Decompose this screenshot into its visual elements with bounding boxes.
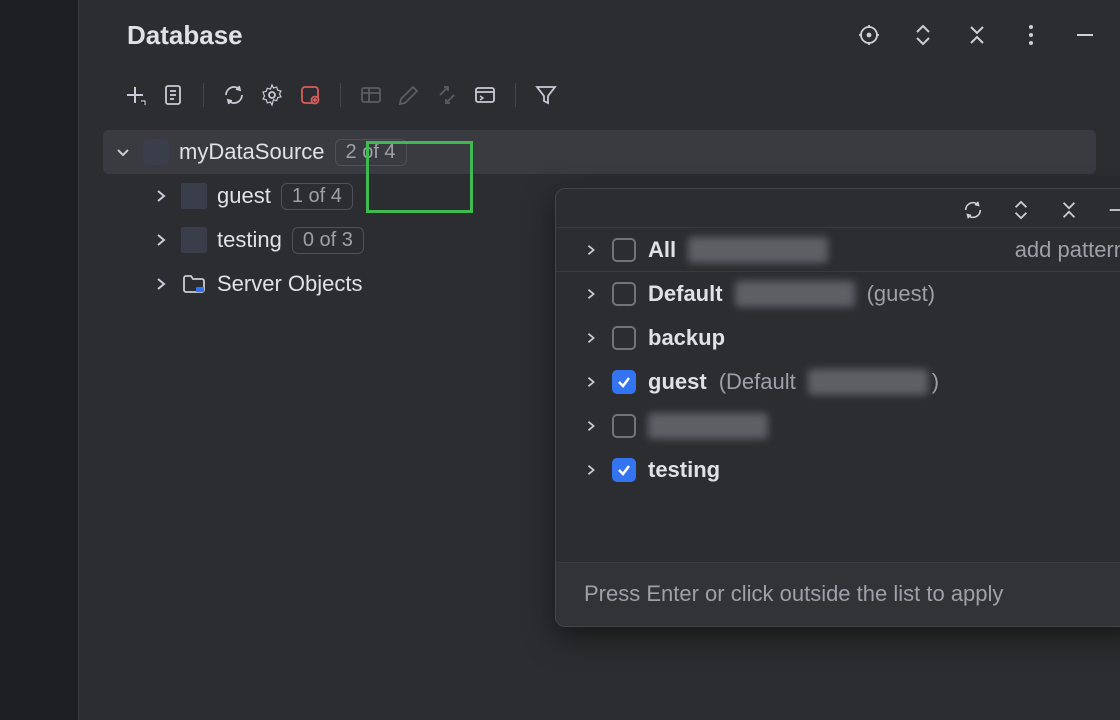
settings-icon[interactable] — [254, 77, 290, 113]
more-options-icon[interactable] — [1018, 22, 1044, 48]
schema-selector-popup: All add pattern Default (guest) backup — [555, 188, 1120, 627]
chevron-down-icon[interactable] — [113, 142, 133, 162]
titlebar-actions — [856, 22, 1098, 48]
tree-item-label: guest — [217, 183, 271, 209]
chevron-right-icon[interactable] — [151, 186, 171, 206]
popup-item-sub-prefix: (Default — [719, 369, 796, 395]
popup-list-spacer — [556, 492, 1120, 562]
redacted-text — [688, 237, 828, 263]
chevron-right-icon[interactable] — [582, 373, 600, 391]
checkbox[interactable] — [612, 326, 636, 350]
database-toolbar — [79, 70, 1120, 120]
checkbox[interactable] — [612, 414, 636, 438]
panel-titlebar: Database — [79, 0, 1120, 70]
tree-item-badge[interactable]: 1 of 4 — [281, 183, 353, 210]
tree-item-badge[interactable]: 0 of 3 — [292, 227, 364, 254]
refresh-icon[interactable] — [962, 199, 984, 221]
schema-icon — [181, 227, 207, 253]
collapse-all-icon[interactable] — [1058, 199, 1080, 221]
popup-item-label: guest — [648, 369, 707, 395]
popup-item-sub-suffix: ) — [932, 369, 939, 395]
refresh-icon[interactable] — [216, 77, 252, 113]
filter-icon[interactable] — [528, 77, 564, 113]
checkbox-checked[interactable] — [612, 370, 636, 394]
database-tool-panel: Database — [79, 0, 1120, 720]
popup-item-label: All — [648, 237, 676, 263]
toolbar-separator — [515, 83, 516, 107]
datasource-icon — [143, 139, 169, 165]
target-icon[interactable] — [856, 22, 882, 48]
redacted-text — [735, 281, 855, 307]
collapse-all-icon[interactable] — [964, 22, 990, 48]
add-pattern-link[interactable]: add pattern — [1015, 237, 1120, 263]
chevron-right-icon[interactable] — [151, 274, 171, 294]
popup-row-backup[interactable]: backup — [556, 316, 1120, 360]
expand-collapse-icon[interactable] — [910, 22, 936, 48]
folder-icon — [181, 273, 207, 295]
disconnect-icon[interactable] — [292, 77, 328, 113]
query-console-icon[interactable] — [467, 77, 503, 113]
toolbar-separator — [203, 83, 204, 107]
chevron-right-icon[interactable] — [582, 417, 600, 435]
popup-row-testing[interactable]: testing — [556, 448, 1120, 492]
script-icon[interactable] — [155, 77, 191, 113]
popup-item-label: testing — [648, 457, 720, 483]
redacted-text — [808, 369, 928, 395]
popup-item-label: Default — [648, 281, 723, 307]
chevron-right-icon[interactable] — [582, 329, 600, 347]
redacted-text — [648, 413, 768, 439]
tree-root-label: myDataSource — [179, 139, 325, 165]
popup-footer: Press Enter or click outside the list to… — [556, 562, 1120, 626]
expand-collapse-icon[interactable] — [1010, 199, 1032, 221]
popup-item-sub: (guest) — [867, 281, 935, 307]
popup-row-default[interactable]: Default (guest) — [556, 272, 1120, 316]
panel-title: Database — [127, 20, 243, 51]
popup-row-guest[interactable]: guest (Default ) — [556, 360, 1120, 404]
tree-root-row[interactable]: myDataSource 2 of 4 — [103, 130, 1096, 174]
chevron-right-icon[interactable] — [151, 230, 171, 250]
popup-list: All add pattern Default (guest) backup — [556, 227, 1120, 562]
minimize-icon[interactable] — [1106, 199, 1120, 221]
checkbox-checked[interactable] — [612, 458, 636, 482]
tree-item-label: testing — [217, 227, 282, 253]
schema-icon — [181, 183, 207, 209]
popup-item-label: backup — [648, 325, 725, 351]
tree-root-badge[interactable]: 2 of 4 — [335, 139, 407, 166]
checkbox[interactable] — [612, 282, 636, 306]
chevron-right-icon[interactable] — [582, 461, 600, 479]
checkbox[interactable] — [612, 238, 636, 262]
chevron-right-icon[interactable] — [582, 285, 600, 303]
tree-item-label: Server Objects — [217, 271, 363, 297]
chevron-right-icon[interactable] — [582, 241, 600, 259]
popup-toolbar — [556, 189, 1120, 227]
add-datasource-icon[interactable] — [117, 77, 153, 113]
popup-row-all[interactable]: All add pattern — [556, 228, 1120, 272]
popup-row-redacted[interactable] — [556, 404, 1120, 448]
table-view-icon[interactable] — [353, 77, 389, 113]
jump-to-source-icon[interactable] — [429, 77, 465, 113]
minimize-panel-icon[interactable] — [1072, 22, 1098, 48]
toolbar-separator — [340, 83, 341, 107]
edit-icon[interactable] — [391, 77, 427, 113]
